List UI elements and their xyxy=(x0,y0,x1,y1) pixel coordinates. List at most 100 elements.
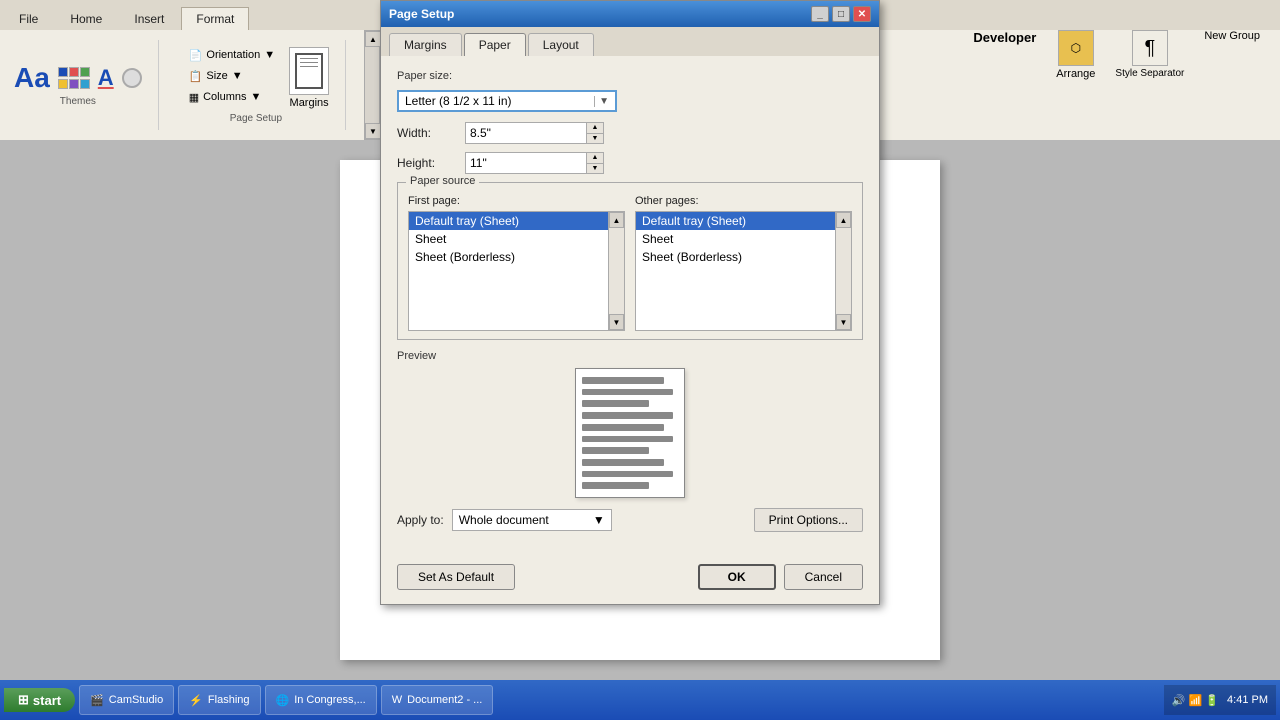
ribbon-scrollbar[interactable]: ▲ ▼ xyxy=(364,30,380,140)
first-page-item-2[interactable]: Sheet (Borderless) xyxy=(409,248,624,266)
word-icon: W xyxy=(392,694,402,706)
paper-size-combo[interactable]: Letter (8 1/2 x 11 in) ▼ xyxy=(397,90,617,112)
dialog-body: Paper size: Letter (8 1/2 x 11 in) ▼ Wid… xyxy=(381,56,879,556)
apply-label: Apply to: xyxy=(397,513,444,527)
other-pages-scrollbar[interactable]: ▲ ▼ xyxy=(835,212,851,330)
other-pages-item-0[interactable]: Default tray (Sheet) xyxy=(636,212,851,230)
print-options-button[interactable]: Print Options... xyxy=(754,508,863,532)
close-button[interactable]: ✕ xyxy=(853,6,871,22)
columns-button[interactable]: ▦ Columns ▼ xyxy=(183,89,281,106)
orientation-icon: 📄 xyxy=(189,49,203,62)
minimize-button[interactable]: _ xyxy=(811,6,829,22)
paper-size-arrow-icon: ▼ xyxy=(594,96,609,107)
other-pages-item-1[interactable]: Sheet xyxy=(636,230,851,248)
other-pages-col: Other pages: Default tray (Sheet) Sheet … xyxy=(635,195,852,331)
paper-source-title: Paper source xyxy=(406,175,479,187)
dialog-tab-layout[interactable]: Layout xyxy=(528,33,594,56)
dialog-tab-margins[interactable]: Margins xyxy=(389,33,462,56)
width-down-button[interactable]: ▼ xyxy=(587,133,603,143)
footer-left: Set As Default xyxy=(397,564,515,590)
first-page-scroll-up[interactable]: ▲ xyxy=(609,212,624,228)
width-label: Width: xyxy=(397,126,457,140)
height-up-button[interactable]: ▲ xyxy=(587,153,603,163)
clock: 4:41 PM xyxy=(1227,694,1268,706)
maximize-button[interactable]: □ xyxy=(832,6,850,22)
taskbar-item-camstudio[interactable]: 🎬 CamStudio xyxy=(79,685,174,715)
tab-file[interactable]: File xyxy=(4,7,53,30)
font-style-a-icon: A xyxy=(98,65,114,91)
other-pages-label: Other pages: xyxy=(635,195,852,207)
first-page-item-1[interactable]: Sheet xyxy=(409,230,624,248)
paper-size-section: Paper size: Letter (8 1/2 x 11 in) ▼ xyxy=(397,70,863,112)
width-up-button[interactable]: ▲ xyxy=(587,123,603,133)
size-dropdown-arrow: ▼ xyxy=(232,70,243,82)
tab-format[interactable]: Format xyxy=(181,7,249,30)
start-button[interactable]: ⊞ start xyxy=(4,688,75,712)
preview-section: Preview xyxy=(397,350,863,498)
preview-line-2 xyxy=(582,389,673,396)
apply-to-value: Whole document xyxy=(459,513,549,527)
width-spinbox[interactable]: ▲ ▼ xyxy=(465,122,604,144)
first-page-listbox[interactable]: Default tray (Sheet) Sheet Sheet (Border… xyxy=(408,211,625,331)
first-page-item-0[interactable]: Default tray (Sheet) xyxy=(409,212,624,230)
apply-to-combo[interactable]: Whole document ▼ xyxy=(452,509,612,531)
preview-label: Preview xyxy=(397,350,863,362)
titlebar-buttons: _ □ ✕ xyxy=(811,6,871,22)
new-group-group: New Group xyxy=(1204,30,1260,80)
orientation-button[interactable]: 📄 Orientation ▼ xyxy=(183,47,281,64)
start-label: start xyxy=(33,693,61,708)
tab-home[interactable]: Home xyxy=(55,7,117,30)
width-spinbox-buttons: ▲ ▼ xyxy=(586,123,603,143)
height-input[interactable] xyxy=(466,153,586,173)
preview-line-3 xyxy=(582,400,649,407)
preview-line-10 xyxy=(582,482,649,489)
congress-label: In Congress,... xyxy=(294,694,366,706)
apply-left: Apply to: Whole document ▼ xyxy=(397,509,612,531)
dialog-titlebar: Page Setup _ □ ✕ xyxy=(381,1,879,27)
preview-line-1 xyxy=(582,377,664,384)
first-page-scrollbar[interactable]: ▲ ▼ xyxy=(608,212,624,330)
width-input[interactable] xyxy=(466,123,586,143)
tab-insert[interactable]: Insert xyxy=(119,7,179,30)
apply-row: Apply to: Whole document ▼ Print Options… xyxy=(397,508,863,532)
taskbar: ⊞ start 🎬 CamStudio ⚡ Flashing 🌐 In Cong… xyxy=(0,680,1280,720)
height-row: Height: ▲ ▼ xyxy=(397,152,863,174)
scroll-up-btn[interactable]: ▲ xyxy=(365,31,381,47)
height-label: Height: xyxy=(397,156,457,170)
margins-button[interactable]: Margins xyxy=(289,47,329,109)
dialog-footer: Set As Default OK Cancel xyxy=(381,556,879,604)
preview-box xyxy=(575,368,685,498)
new-group-label: New Group xyxy=(1204,30,1260,42)
other-pages-scroll-up[interactable]: ▲ xyxy=(836,212,851,228)
taskbar-item-congress[interactable]: 🌐 In Congress,... xyxy=(265,685,377,715)
developer-group: Developer xyxy=(973,30,1036,80)
width-row: Width: ▲ ▼ xyxy=(397,122,863,144)
height-down-button[interactable]: ▼ xyxy=(587,163,603,173)
cancel-button[interactable]: Cancel xyxy=(784,564,863,590)
other-pages-scroll-down[interactable]: ▼ xyxy=(836,314,851,330)
preview-line-5 xyxy=(582,424,664,431)
first-page-label: First page: xyxy=(408,195,625,207)
taskbar-item-flashing[interactable]: ⚡ Flashing xyxy=(178,685,260,715)
taskbar-item-document[interactable]: W Document2 - ... xyxy=(381,685,494,715)
other-pages-item-2[interactable]: Sheet (Borderless) xyxy=(636,248,851,266)
preview-line-9 xyxy=(582,471,673,478)
dialog-tab-paper[interactable]: Paper xyxy=(464,33,526,56)
columns-dropdown-arrow: ▼ xyxy=(251,91,262,103)
height-spinbox-buttons: ▲ ▼ xyxy=(586,153,603,173)
style-separator-group: ¶ Style Separator xyxy=(1115,30,1184,80)
set-as-default-button[interactable]: Set As Default xyxy=(397,564,515,590)
flashing-label: Flashing xyxy=(208,694,250,706)
footer-right: OK Cancel xyxy=(698,564,863,590)
paper-size-row: Letter (8 1/2 x 11 in) ▼ xyxy=(397,90,863,112)
scroll-down-btn[interactable]: ▼ xyxy=(365,123,381,139)
first-page-scroll-down[interactable]: ▼ xyxy=(609,314,624,330)
style-separator-icon: ¶ xyxy=(1132,30,1168,66)
page-setup-dialog: Page Setup _ □ ✕ Margins Paper Layout Pa… xyxy=(380,0,880,605)
height-spinbox[interactable]: ▲ ▼ xyxy=(465,152,604,174)
size-button[interactable]: 📋 Size ▼ xyxy=(183,68,281,85)
developer-label: Developer xyxy=(973,30,1036,45)
other-pages-listbox[interactable]: Default tray (Sheet) Sheet Sheet (Border… xyxy=(635,211,852,331)
ok-button[interactable]: OK xyxy=(698,564,776,590)
paper-size-value: Letter (8 1/2 x 11 in) xyxy=(405,94,512,108)
